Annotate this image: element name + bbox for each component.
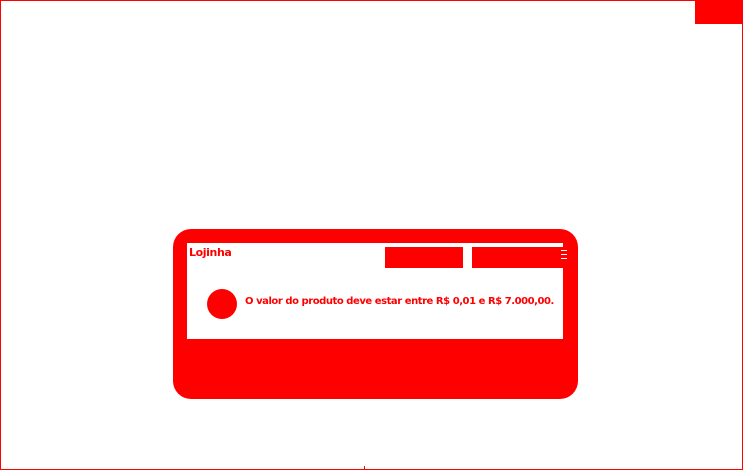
resize-grip-icon[interactable]	[561, 250, 569, 266]
dialog-title: Lojinha	[189, 246, 232, 259]
dialog-header-button-1[interactable]	[385, 247, 463, 268]
error-icon: ✖	[207, 289, 237, 319]
dialog-message: O valor do produto deve estar entre R$ 0…	[245, 296, 554, 307]
window-close-button[interactable]	[695, 0, 743, 24]
dialog-header: Lojinha	[187, 243, 563, 271]
dialog-header-button-2[interactable]	[472, 247, 563, 268]
divider	[364, 466, 365, 470]
alert-dialog: Lojinha ✖ O valor do produto deve estar …	[173, 229, 578, 399]
dialog-body: ✖ O valor do produto deve estar entre R$…	[187, 271, 563, 339]
